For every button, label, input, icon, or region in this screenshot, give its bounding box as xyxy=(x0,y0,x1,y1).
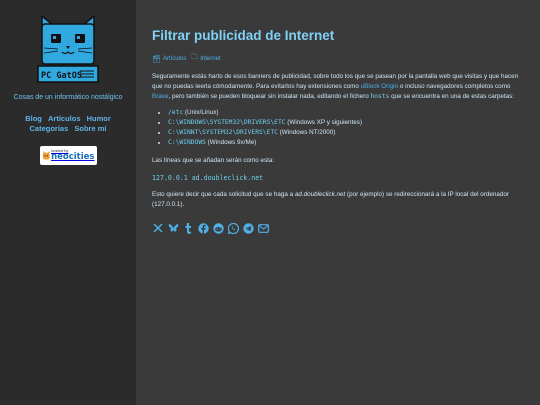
intro-paragraph: Seguramente estás harto de esos banners … xyxy=(152,72,526,102)
badge-neocities: neocities xyxy=(51,152,95,163)
ublock-link[interactable]: uBlock Origin xyxy=(361,83,398,90)
explanation-paragraph: Esto quiere decir que cada solicitud que… xyxy=(152,190,526,210)
path-code: C:\WINDOWS\SYSTEM32\DRIVERS\ETC xyxy=(168,119,286,126)
facebook-icon[interactable] xyxy=(197,222,209,234)
hosts-code: hosts xyxy=(370,93,390,100)
folder-icon: 🗀 xyxy=(191,54,199,61)
cat-computer-logo-icon: PC GatOS xyxy=(37,16,99,83)
whatsapp-icon[interactable] xyxy=(227,222,239,234)
page: PC GatOS Cosas de un informático nostálg… xyxy=(0,0,540,405)
path-os: (Windows NT/2000) xyxy=(277,129,336,136)
post-tag-link[interactable]: Internet xyxy=(200,56,220,62)
list-item: C:\WINDOWS (Windows 9x/Me) xyxy=(168,138,526,148)
neocities-cat-icon xyxy=(42,150,50,160)
path-code: /etc xyxy=(168,109,184,116)
site-tagline: Cosas de un informático nostálgico xyxy=(13,94,123,101)
telegram-icon[interactable] xyxy=(242,222,254,234)
hosts-paths-list: /etc (Unix/Linux) C:\WINDOWS\SYSTEM32\DR… xyxy=(152,108,526,148)
nav-articulos[interactable]: Artículos xyxy=(48,114,81,123)
list-item: /etc (Unix/Linux) xyxy=(168,108,526,118)
bluesky-icon[interactable] xyxy=(167,222,179,234)
hosts-example-code: 127.0.0.1 ad.doubleclick.net xyxy=(152,174,264,182)
nav-sobre-mi[interactable]: Sobre mí xyxy=(74,124,106,133)
reddit-icon[interactable] xyxy=(212,222,224,234)
explain-text-1: Esto quiere decir que cada solicitud que… xyxy=(152,191,295,198)
explain-domain: ad.doubleclick.net xyxy=(294,191,346,198)
x-icon[interactable] xyxy=(152,222,164,234)
post-title: Filtrar publicidad de Internet xyxy=(152,28,335,43)
path-os: (Windows 9x/Me) xyxy=(205,139,257,146)
nav-humor[interactable]: Humor xyxy=(87,114,111,123)
share-bar xyxy=(152,222,526,234)
sidebar: PC GatOS Cosas de un informático nostálg… xyxy=(0,0,136,405)
nav-blog[interactable]: Blog xyxy=(25,114,42,123)
sidebar-nav: Blog Artículos Humor Categorías Sobre mí xyxy=(8,114,128,134)
path-code: C:\WINNT\SYSTEM32\DRIVERS\ETC xyxy=(168,129,278,136)
email-icon[interactable] xyxy=(257,222,269,234)
path-os: (Unix/Linux) xyxy=(183,109,219,116)
lines-intro: Las líneas que se añadan serán como esta… xyxy=(152,157,275,164)
post-content: Filtrar publicidad de Internet 🗃 Artícul… xyxy=(152,0,526,234)
nav-categorias[interactable]: Categorías xyxy=(30,124,69,133)
intro-text-2: o incluso navegadores completos como xyxy=(398,83,511,90)
path-os: (Windows XP y siguientes) xyxy=(285,119,363,126)
neocities-badge[interactable]: hosted by neocities xyxy=(39,146,97,165)
brave-link[interactable]: Brave xyxy=(152,93,168,100)
category-box-icon: 🗃 xyxy=(152,55,161,63)
post-category-link[interactable]: Artículos xyxy=(163,56,186,62)
site-logo[interactable]: PC GatOS xyxy=(36,16,100,84)
svg-text:PC GatOS: PC GatOS xyxy=(41,71,82,81)
path-code: C:\WINDOWS xyxy=(168,139,206,146)
list-item: C:\WINDOWS\SYSTEM32\DRIVERS\ETC (Windows… xyxy=(168,118,526,128)
list-item: C:\WINNT\SYSTEM32\DRIVERS\ETC (Windows N… xyxy=(168,128,526,138)
tumblr-icon[interactable] xyxy=(182,222,194,234)
post-meta: 🗃 Artículos 🗀 Internet xyxy=(152,53,526,64)
intro-text-3: , pero también se pueden bloquear sin in… xyxy=(168,93,371,100)
intro-text-4: que se encuentra en una de estas carpeta… xyxy=(389,93,515,100)
